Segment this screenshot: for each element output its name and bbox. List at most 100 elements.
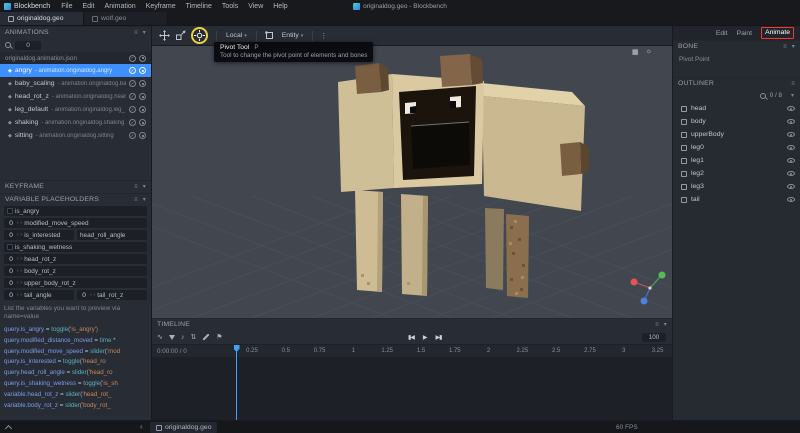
variable-slider[interactable]: 0 ‹ › upper_body_rot_z <box>4 278 147 288</box>
outliner-item-head[interactable]: head <box>673 102 800 115</box>
outliner-item-body[interactable]: body <box>673 115 800 128</box>
check-circle-icon[interactable]: ✓ <box>129 93 136 100</box>
menu-help[interactable]: Help <box>268 3 292 10</box>
play-icon[interactable]: ▶ <box>423 334 428 341</box>
stepper-icon[interactable]: ‹ › <box>17 280 22 286</box>
menu-icon[interactable]: ≡ <box>134 197 138 203</box>
collapse-icon[interactable]: ▾ <box>664 321 667 328</box>
radio-circle-icon[interactable] <box>139 54 146 62</box>
viewport-canvas[interactable] <box>152 46 672 318</box>
visibility-eye-icon[interactable] <box>787 184 795 189</box>
status-file[interactable]: originaldog.geo <box>150 422 218 433</box>
jump-start-icon[interactable]: ▮◀ <box>408 334 415 341</box>
code-line[interactable]: variable.body_rot_z = slider('body_rot_ <box>4 401 147 412</box>
visibility-eye-icon[interactable] <box>787 171 795 176</box>
menu-icon[interactable]: ≡ <box>791 81 795 87</box>
filter-icon[interactable] <box>168 334 175 340</box>
snap-tool-icon[interactable] <box>264 30 276 42</box>
move-tool-icon[interactable] <box>158 30 170 42</box>
outliner-item-leg0[interactable]: leg0 <box>673 141 800 154</box>
variable-toggle[interactable]: is_angry <box>4 206 147 216</box>
outliner-item-leg3[interactable]: leg3 <box>673 180 800 193</box>
code-line[interactable]: query.modified_distance_moved = time * <box>4 336 147 347</box>
back-icon[interactable]: ‹ <box>140 422 143 431</box>
menu-edit[interactable]: Edit <box>77 3 99 10</box>
molang-code-editor[interactable]: query.is_angry = toggle('is_angry') query… <box>0 323 151 413</box>
check-circle-icon[interactable]: ✓ <box>129 132 136 139</box>
outliner-panel-header[interactable]: OUTLINER ≡ <box>673 77 800 89</box>
stepper-icon[interactable]: ‹ › <box>17 256 22 262</box>
variable-slider[interactable]: 0 ‹ › body_rot_z <box>4 266 147 276</box>
blockbench-logo[interactable]: Blockbench <box>0 2 56 10</box>
collapse-icon[interactable]: ▾ <box>143 29 146 36</box>
transform-space-dropdown[interactable]: Local ▾ <box>224 32 249 39</box>
stepper-icon[interactable]: ‹ › <box>17 292 22 298</box>
check-circle-icon[interactable]: ✓ <box>129 54 136 62</box>
variable-slider[interactable]: 0 ‹ › modified_move_speed <box>4 218 147 228</box>
visibility-eye-icon[interactable] <box>787 158 795 163</box>
menu-tools[interactable]: Tools <box>217 3 243 10</box>
outliner-item-leg1[interactable]: leg1 <box>673 154 800 167</box>
stepper-icon[interactable]: ‹ › <box>17 220 22 226</box>
stepper-icon[interactable]: ‹ › <box>90 292 95 298</box>
animation-file-row[interactable]: originaldog.animation.json ✓ <box>0 52 151 64</box>
check-circle-icon[interactable]: ✓ <box>129 67 136 74</box>
variable-slider[interactable]: 0 ‹ › head_rot_z <box>4 254 147 264</box>
lighting-icon[interactable]: ☼ <box>646 48 652 56</box>
radio-circle-icon[interactable] <box>139 119 146 126</box>
timeline-header[interactable]: TIMELINE ≡ ▾ <box>152 318 672 330</box>
animation-item-sitting[interactable]: ◆ sitting - animation.originaldog.sitting ✓ <box>0 129 151 142</box>
sort-icon[interactable]: ⇅ <box>190 333 196 341</box>
stepper-icon[interactable]: ‹ › <box>17 268 22 274</box>
variables-panel-header[interactable]: VARIABLE PLACEHOLDERS ≡ ▾ <box>0 193 151 205</box>
pivot-tool-icon[interactable] <box>194 30 206 42</box>
animation-item-baby_scaling[interactable]: ◆ baby_scaling - animation.originaldog.ba ✓ <box>0 77 151 90</box>
mode-paint[interactable]: Paint <box>737 30 753 37</box>
code-line[interactable]: query.is_interested = toggle('head_ro <box>4 357 147 368</box>
rotation-space-dropdown[interactable]: Entity ▾ <box>280 32 306 39</box>
visibility-eye-icon[interactable] <box>787 106 795 111</box>
outliner-item-upperBody[interactable]: upperBody <box>673 128 800 141</box>
menu-keyframe[interactable]: Keyframe <box>141 3 181 10</box>
collapse-icon[interactable]: ▾ <box>792 43 795 50</box>
menu-icon[interactable]: ≡ <box>655 322 659 328</box>
chevron-up-icon[interactable] <box>4 424 13 433</box>
collapse-icon[interactable]: ▾ <box>143 196 146 203</box>
flag-icon[interactable]: ⚑ <box>216 333 222 341</box>
outliner-search[interactable]: 0 / 8 ▾ <box>673 89 800 102</box>
viewport-3d[interactable]: ▦ ☼ <box>152 46 672 318</box>
variable-slider[interactable]: 0 ‹ › tail_angle <box>4 290 74 300</box>
menu-view[interactable]: View <box>243 3 268 10</box>
menu-icon[interactable]: ≡ <box>134 30 138 36</box>
variable-slider[interactable]: 0 ‹ › is_interested <box>4 230 74 240</box>
mode-animate[interactable]: Animate <box>761 27 794 39</box>
radio-circle-icon[interactable] <box>139 93 146 100</box>
variable-button[interactable]: head_roll_angle <box>77 230 147 240</box>
radio-circle-icon[interactable] <box>139 80 146 87</box>
radio-circle-icon[interactable] <box>139 106 146 113</box>
checkbox-icon[interactable] <box>7 208 13 214</box>
collapse-icon[interactable]: ▾ <box>143 183 146 190</box>
resize-tool-icon[interactable] <box>174 30 186 42</box>
tab-wolf.geo[interactable]: wolf.geo <box>84 12 168 25</box>
outliner-item-tail[interactable]: tail <box>673 193 800 206</box>
menu-animation[interactable]: Animation <box>100 3 141 10</box>
radio-circle-icon[interactable] <box>139 67 146 74</box>
sound-icon[interactable]: ♪ <box>181 334 185 341</box>
edit-icon[interactable] <box>202 333 210 341</box>
menu-timeline[interactable]: Timeline <box>181 3 217 10</box>
jump-end-icon[interactable]: ▶▮ <box>436 334 443 341</box>
variable-toggle[interactable]: is_shaking_wetness <box>4 242 147 252</box>
mode-edit[interactable]: Edit <box>716 30 728 37</box>
outliner-item-leg2[interactable]: leg2 <box>673 167 800 180</box>
camera-angle-icon[interactable]: ▦ <box>632 48 639 56</box>
collapse-icon[interactable]: ▾ <box>791 92 794 99</box>
tab-originaldog.geo[interactable]: originaldog.geo <box>0 12 84 25</box>
menu-file[interactable]: File <box>56 3 77 10</box>
overflow-menu-icon[interactable]: ⋮ <box>320 32 327 40</box>
code-line[interactable]: query.is_angry = toggle('is_angry') <box>4 325 147 336</box>
bone-panel-header[interactable]: BONE ≡ ▾ <box>673 40 800 52</box>
timeline-zoom[interactable]: 100 <box>642 333 666 342</box>
keyframe-panel-header[interactable]: KEYFRAME ≡ ▾ <box>0 180 151 192</box>
animation-counter[interactable]: 0 <box>15 40 41 50</box>
